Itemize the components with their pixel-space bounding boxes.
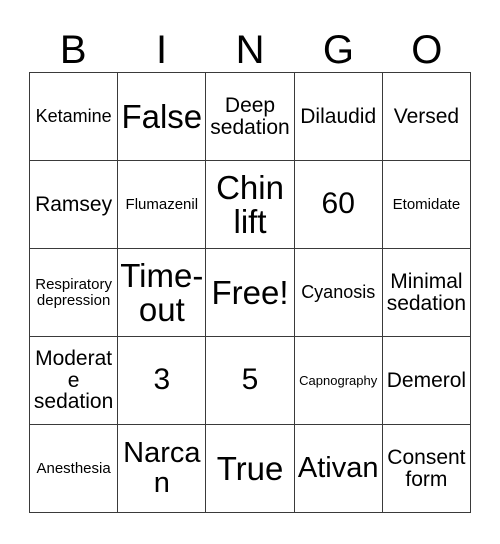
bingo-cell[interactable]: 3 (118, 337, 207, 425)
bingo-cell[interactable]: Ativan (294, 425, 383, 513)
bingo-cell-text: Chin lift (216, 168, 284, 240)
bingo-cell-text: Narcan (123, 436, 201, 499)
bingo-row: Ramsey Flumazenil Chin lift 60 Etomidate (30, 161, 472, 249)
bingo-cell[interactable]: Capnography (294, 337, 383, 425)
bingo-cell-text: Demerol (386, 368, 467, 392)
bingo-cell[interactable]: Demerol (382, 337, 472, 425)
bingo-cell-text: Ativan (297, 451, 379, 484)
bingo-cell-text: 5 (241, 363, 259, 397)
bingo-cell[interactable]: Flumazenil (118, 161, 207, 249)
bingo-cell[interactable]: False (118, 73, 207, 161)
bingo-cell[interactable]: Minimal sedation (382, 249, 472, 337)
bingo-header-letter-i: I (117, 16, 205, 72)
bingo-row: Moderate sedation 3 5 Capnography Demero… (30, 337, 472, 425)
bingo-cell-text: Cyanosis (301, 282, 376, 303)
bingo-cell-text: Anesthesia (36, 459, 111, 477)
bingo-cell[interactable]: 5 (206, 337, 295, 425)
bingo-cell-text: Dilaudid (300, 104, 377, 128)
bingo-cell[interactable]: True (206, 425, 295, 513)
bingo-cell[interactable]: Respiratory depression (30, 249, 119, 337)
bingo-row: Anesthesia Narcan True Ativan Consent fo… (30, 425, 472, 513)
bingo-cell-text: Deep sedation (210, 94, 290, 139)
bingo-cell[interactable]: Time-out (118, 249, 207, 337)
bingo-cell-text: Free! (211, 273, 289, 311)
bingo-cell[interactable]: Ketamine (30, 73, 119, 161)
bingo-cell-text: Respiratory depression (35, 276, 112, 309)
header-letter-text: N (235, 28, 265, 72)
bingo-cell-text: 60 (321, 187, 355, 221)
bingo-header-letter-b: B (29, 16, 117, 72)
bingo-cell[interactable]: Anesthesia (30, 425, 119, 513)
bingo-cell-text: Flumazenil (125, 195, 199, 213)
bingo-cell[interactable]: Consent form (382, 425, 472, 513)
bingo-cell[interactable]: Versed (382, 73, 472, 161)
bingo-cell[interactable]: Moderate sedation (30, 337, 119, 425)
bingo-cell-text: Time-out (120, 256, 204, 328)
bingo-cell-text: Versed (393, 104, 460, 128)
bingo-cell-text: Minimal sedation (386, 270, 467, 315)
bingo-cell-text: Ramsey (35, 192, 113, 216)
bingo-row: Respiratory depression Time-out Free! Cy… (30, 249, 472, 337)
bingo-cell-text: True (216, 449, 284, 487)
bingo-cell-free-space[interactable]: Free! (206, 249, 295, 337)
bingo-card: B I N G O Ketamine False Deep sedation D… (0, 0, 500, 544)
bingo-header-letter-o: O (383, 16, 471, 72)
bingo-cell[interactable]: Cyanosis (294, 249, 383, 337)
bingo-cell-text: Etomidate (392, 195, 461, 213)
bingo-cell[interactable]: Dilaudid (294, 73, 383, 161)
bingo-grid: Ketamine False Deep sedation Dilaudid Ve… (29, 72, 472, 513)
bingo-cell-text: 3 (153, 363, 171, 397)
header-letter-text: I (156, 28, 168, 72)
bingo-cell-text: Consent form (387, 446, 466, 491)
bingo-cell-text: Moderate sedation (33, 347, 114, 414)
bingo-cell[interactable]: Narcan (118, 425, 207, 513)
bingo-cell[interactable]: Deep sedation (206, 73, 295, 161)
header-letter-text: G (322, 28, 354, 72)
bingo-header-letter-n: N (206, 16, 294, 72)
bingo-cell[interactable]: Etomidate (382, 161, 472, 249)
bingo-cell-text: Capnography (299, 372, 378, 388)
header-letter-text: B (59, 28, 87, 72)
bingo-cell-text: False (121, 97, 203, 135)
bingo-row: Ketamine False Deep sedation Dilaudid Ve… (30, 73, 472, 161)
bingo-header-letter-g: G (294, 16, 382, 72)
bingo-cell[interactable]: 60 (294, 161, 383, 249)
header-letter-text: O (411, 28, 443, 72)
bingo-cell[interactable]: Ramsey (30, 161, 119, 249)
bingo-header-row: B I N G O (29, 16, 471, 72)
bingo-cell[interactable]: Chin lift (206, 161, 295, 249)
bingo-cell-text: Ketamine (35, 106, 112, 127)
